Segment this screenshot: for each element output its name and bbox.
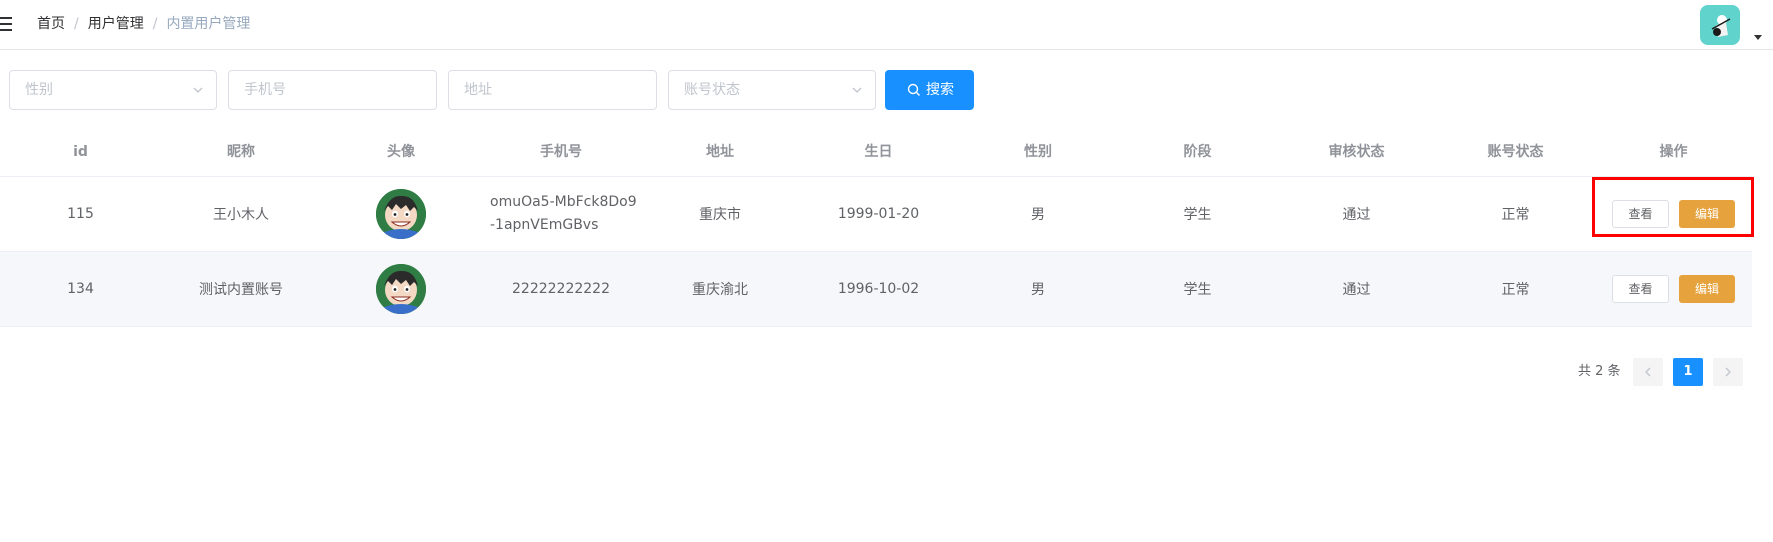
avatar[interactable]	[376, 189, 426, 239]
cell-id: 134	[67, 281, 94, 297]
column-header-phone: 手机号	[540, 144, 582, 160]
pagination-total: 共 2 条	[1578, 364, 1621, 379]
breadcrumb-separator: /	[152, 16, 158, 32]
chevron-down-icon	[852, 87, 862, 93]
cell-gender: 男	[1031, 282, 1045, 298]
breadcrumb: 首页 / 用户管理 / 内置用户管理	[37, 14, 250, 34]
account-status-placeholder: 账号状态	[684, 82, 740, 98]
cell-address: 重庆市	[699, 207, 741, 223]
gender-select-placeholder: 性别	[25, 82, 53, 98]
navbar: 首页 / 用户管理 / 内置用户管理	[0, 0, 1773, 50]
table-row: 115 王小木人 omuOa5-MbFck8Do9-1apnVEmGBvs 重庆…	[0, 177, 1752, 252]
table-row: 134 测试内置账号 22222222222 重庆渝北 1996-10-02 男…	[0, 252, 1752, 327]
cell-stage: 学生	[1183, 282, 1212, 298]
breadcrumb-current: 内置用户管理	[166, 16, 251, 32]
edit-button[interactable]: 编辑	[1679, 275, 1735, 303]
cell-id: 115	[67, 206, 94, 222]
breadcrumb-home[interactable]: 首页	[37, 14, 65, 34]
pagination-prev-button[interactable]	[1633, 358, 1663, 386]
view-button[interactable]: 查看	[1612, 275, 1669, 303]
column-header-address: 地址	[706, 144, 734, 160]
column-header-account-status: 账号状态	[1487, 144, 1544, 160]
user-avatar[interactable]	[1700, 5, 1740, 45]
column-header-birthday: 生日	[864, 144, 893, 160]
cell-stage: 学生	[1183, 207, 1212, 223]
cell-address: 重庆渝北	[692, 282, 748, 298]
cell-nickname: 测试内置账号	[199, 282, 283, 298]
account-status-select[interactable]: 账号状态	[668, 70, 876, 110]
breadcrumb-user-management[interactable]: 用户管理	[88, 14, 144, 34]
column-header-stage: 阶段	[1183, 144, 1212, 160]
chevron-left-icon	[1645, 367, 1651, 377]
user-menu[interactable]	[1700, 5, 1762, 45]
avatar[interactable]	[376, 264, 426, 314]
address-input-placeholder: 地址	[464, 82, 492, 98]
cell-nickname: 王小木人	[213, 207, 269, 223]
cell-account-status: 正常	[1501, 282, 1530, 298]
cell-audit-status: 通过	[1342, 282, 1371, 298]
cell-phone: 22222222222	[512, 281, 610, 297]
cell-account-status: 正常	[1501, 207, 1530, 223]
phone-input[interactable]: 手机号	[228, 70, 437, 110]
cell-actions: 查看 编辑	[1595, 252, 1752, 326]
cell-audit-status: 通过	[1342, 207, 1371, 223]
column-header-audit-status: 审核状态	[1328, 144, 1385, 160]
search-icon	[907, 83, 920, 96]
cell-phone: omuOa5-MbFck8Do9-1apnVEmGBvs	[481, 177, 641, 251]
cell-gender: 男	[1031, 207, 1045, 223]
column-header-actions: 操作	[1659, 144, 1688, 160]
highlight-annotation-box	[1592, 177, 1754, 237]
chevron-right-icon	[1725, 367, 1731, 377]
breadcrumb-separator: /	[74, 16, 79, 32]
cell-birthday: 1996-10-02	[837, 281, 920, 297]
pagination-page-1[interactable]: 1	[1673, 358, 1703, 386]
phone-input-placeholder: 手机号	[244, 82, 286, 98]
cell-phone-text: omuOa5-MbFck8Do9-1apnVEmGBvs	[490, 194, 637, 233]
column-header-id: id	[73, 144, 88, 160]
pagination-next-button[interactable]	[1713, 358, 1743, 386]
column-header-gender: 性别	[1024, 144, 1052, 160]
cell-avatar	[321, 252, 481, 326]
cell-birthday: 1999-01-20	[837, 206, 920, 222]
column-header-nickname: 昵称	[227, 144, 255, 160]
hamburger-menu-icon[interactable]	[0, 16, 13, 32]
column-header-avatar: 头像	[387, 144, 415, 160]
search-button-label: 搜索	[926, 82, 954, 98]
cell-avatar	[321, 177, 481, 251]
gender-select[interactable]: 性别	[9, 70, 217, 110]
chevron-down-icon	[193, 87, 203, 93]
search-button[interactable]: 搜索	[885, 70, 974, 110]
address-input[interactable]: 地址	[448, 70, 657, 110]
table-header: id 昵称 头像 手机号 地址 生日 性别 阶段 审核状态 账号状态 操作	[0, 128, 1752, 177]
caret-down-icon[interactable]	[1754, 35, 1762, 40]
